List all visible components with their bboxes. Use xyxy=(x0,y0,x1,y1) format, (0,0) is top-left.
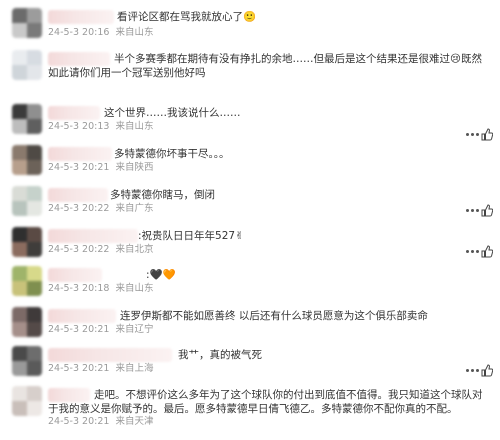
comment-text: 多特蒙德你瞎马，倒闭 xyxy=(110,189,215,201)
comment-meta: 24-5-3 20:13 来自山东 xyxy=(48,121,153,133)
comment-item: 连罗伊斯都不能如愿善终 以后还有什么球员愿意为这个俱乐部卖命 24-5-3 20… xyxy=(0,307,500,341)
comment-date: 24-5-3 20:21 xyxy=(48,416,110,427)
comment-item: 多特蒙德你坏事干尽。。。 24-5-3 20:21 来自陕西 xyxy=(0,145,500,179)
username-blurred[interactable] xyxy=(48,106,100,120)
username-blurred[interactable] xyxy=(48,188,108,202)
comment-meta: 24-5-3 20:18 来自山东 xyxy=(48,283,153,295)
avatar[interactable] xyxy=(12,346,42,376)
comment-text: :祝贵队日日年年527✌ xyxy=(138,230,244,242)
comment-meta: 24-5-3 20:21 来自上海 xyxy=(48,363,153,375)
comment-item: 我艹，真的被气死 24-5-3 20:21 来自上海 xyxy=(0,346,500,380)
comment-item: :祝贵队日日年年527✌ 24-5-3 20:22 来自北京 xyxy=(0,227,500,261)
more-icon[interactable] xyxy=(466,209,469,212)
comment-text: 半个多赛季都在期待有没有挣扎的余地……但最后是这个结果还是很难过😢既然如此请你们… xyxy=(48,53,482,79)
comment-item: 多特蒙德你瞎马，倒闭 24-5-3 20:22 来自广东 xyxy=(0,186,500,220)
comment-location: 来自山东 xyxy=(115,283,154,294)
comment-meta: 24-5-3 20:22 来自广东 xyxy=(48,203,153,215)
comment-date: 24-5-3 20:21 xyxy=(48,162,110,173)
avatar[interactable] xyxy=(12,266,42,296)
comment-meta: 24-5-3 20:16 来自山东 xyxy=(48,27,153,39)
comment-location: 来自山东 xyxy=(115,27,154,38)
comment-date: 24-5-3 20:21 xyxy=(48,324,110,335)
comment-meta: 24-5-3 20:21 来自天津 xyxy=(48,416,153,428)
comment-actions xyxy=(466,204,493,218)
avatar[interactable] xyxy=(12,227,42,257)
more-icon[interactable] xyxy=(466,369,469,372)
comment-text: 多特蒙德你坏事干尽。。。 xyxy=(114,148,230,160)
comment-location: 来自北京 xyxy=(115,244,154,255)
comment-item: 这个世界……我该说什么…… 24-5-3 20:13 来自山东 xyxy=(0,104,500,138)
comment-text: 我艹，真的被气死 xyxy=(178,349,262,361)
comment-item: :🖤🧡 24-5-3 20:18 来自山东 xyxy=(0,266,500,300)
username-blurred[interactable] xyxy=(48,229,138,243)
like-icon[interactable] xyxy=(481,245,493,258)
like-icon[interactable] xyxy=(481,204,493,217)
avatar[interactable] xyxy=(12,307,42,337)
comment-meta: 24-5-3 20:22 来自北京 xyxy=(48,244,153,256)
comment-text: 看评论区都在骂我就放心了🙂 xyxy=(117,11,257,23)
comment-text: 走吧。不想评价这么多年为了这个球队你的付出到底值不值得。我只知道这个球队对于我的… xyxy=(48,389,483,415)
comment-date: 24-5-3 20:18 xyxy=(48,283,110,294)
comment-date: 24-5-3 20:13 xyxy=(48,121,110,132)
comment-item: 走吧。不想评价这么多年为了这个球队你的付出到底值不值得。我只知道这个球队对于我的… xyxy=(0,386,500,438)
comment-item: 看评论区都在骂我就放心了🙂 24-5-3 20:16 来自山东 xyxy=(0,8,500,42)
comment-date: 24-5-3 20:22 xyxy=(48,244,110,255)
username-blurred[interactable] xyxy=(48,309,116,323)
comment-date: 24-5-3 20:21 xyxy=(48,363,110,374)
avatar[interactable] xyxy=(12,386,42,416)
comment-item: 半个多赛季都在期待有没有挣扎的余地……但最后是这个结果还是很难过😢既然如此请你们… xyxy=(0,50,500,141)
avatar[interactable] xyxy=(12,186,42,216)
comment-location: 来自山东 xyxy=(115,121,154,132)
comment-text: :🖤🧡 xyxy=(146,269,176,281)
comment-actions xyxy=(466,364,493,378)
comment-text: 连罗伊斯都不能如愿善终 以后还有什么球员愿意为这个俱乐部卖命 xyxy=(120,310,428,322)
avatar[interactable] xyxy=(12,104,42,134)
comment-location: 来自上海 xyxy=(115,363,154,374)
comment-text: 这个世界……我该说什么…… xyxy=(104,107,241,119)
more-icon[interactable] xyxy=(466,250,469,253)
comment-location: 来自天津 xyxy=(115,416,154,427)
comment-location: 来自广东 xyxy=(115,203,154,214)
avatar[interactable] xyxy=(12,145,42,175)
username-blurred[interactable] xyxy=(48,348,172,362)
like-icon[interactable] xyxy=(481,364,493,377)
avatar[interactable] xyxy=(12,50,42,80)
username-blurred[interactable] xyxy=(48,147,112,161)
comment-location: 来自陕西 xyxy=(115,162,154,173)
comment-date: 24-5-3 20:22 xyxy=(48,203,110,214)
comment-date: 24-5-3 20:16 xyxy=(48,27,110,38)
comment-meta: 24-5-3 20:21 来自陕西 xyxy=(48,162,153,174)
username-blurred[interactable] xyxy=(48,10,114,24)
avatar[interactable] xyxy=(12,8,42,38)
comment-location: 来自辽宁 xyxy=(115,324,154,335)
username-blurred[interactable] xyxy=(48,268,102,282)
comment-actions xyxy=(466,245,493,259)
comment-meta: 24-5-3 20:21 来自辽宁 xyxy=(48,324,153,336)
